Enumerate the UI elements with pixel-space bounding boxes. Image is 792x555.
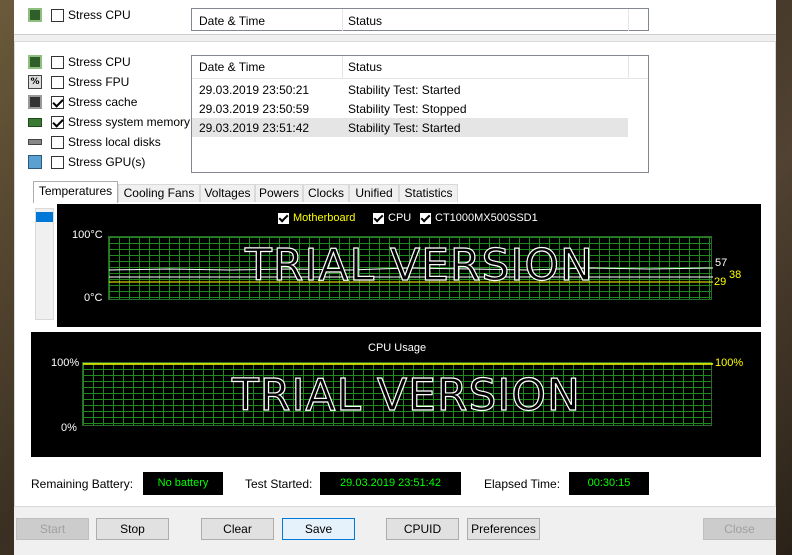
stress-disks-checkbox[interactable] bbox=[51, 135, 64, 149]
cpu-usage-title: CPU Usage bbox=[368, 342, 427, 354]
motherboard-temp-value: 29 bbox=[714, 276, 727, 288]
cpu-usage-value: 100% bbox=[715, 357, 744, 369]
temp-axis-top: 100°C bbox=[72, 229, 103, 241]
stress-cpu-checkbox-top[interactable] bbox=[51, 8, 64, 22]
memory-icon bbox=[28, 117, 42, 127]
legend-label: CT1000MX500SSD1 bbox=[435, 212, 538, 224]
log-row[interactable]: 29.03.2019 23:50:21 Stability Test: Star… bbox=[192, 80, 628, 99]
option-label: Stress local disks bbox=[68, 135, 161, 149]
tab-clocks[interactable]: Clocks bbox=[303, 184, 349, 202]
stress-gpu-checkbox[interactable] bbox=[51, 155, 64, 169]
legend-checkbox[interactable] bbox=[420, 212, 431, 224]
option-stress-memory[interactable]: Stress system memory bbox=[28, 112, 190, 132]
cache-icon bbox=[28, 95, 42, 109]
gpu-icon bbox=[28, 155, 42, 169]
tab-powers[interactable]: Powers bbox=[255, 184, 303, 202]
legend-cpu[interactable]: CPU bbox=[373, 212, 411, 224]
option-label: Stress FPU bbox=[68, 75, 130, 89]
top-partial-strip: Stress CPU Date & Time Status bbox=[14, 0, 776, 35]
trial-watermark: TRIAL VERSION bbox=[231, 369, 581, 421]
save-button[interactable]: Save bbox=[282, 518, 355, 540]
top-stress-cpu-label: Stress CPU bbox=[68, 8, 131, 22]
cpu-temp-value: 57 bbox=[715, 257, 728, 269]
cpu-axis-top: 100% bbox=[51, 357, 80, 369]
option-stress-cpu[interactable]: Stress CPU bbox=[28, 52, 131, 72]
top-col-sep bbox=[342, 9, 343, 31]
log-row-selected[interactable]: 29.03.2019 23:51:42 Stability Test: Star… bbox=[192, 118, 628, 137]
trial-watermark: TRIAL VERSION bbox=[244, 239, 594, 291]
test-started-label: Test Started: bbox=[245, 477, 313, 491]
test-started-value: 29.03.2019 23:51:42 bbox=[320, 472, 461, 495]
log-list[interactable]: Date & Time Status 29.03.2019 23:50:21 S… bbox=[191, 55, 649, 173]
ssd-temp-value: 38 bbox=[729, 269, 742, 281]
top-log-list[interactable]: Date & Time Status bbox=[191, 8, 649, 31]
battery-label: Remaining Battery: bbox=[31, 477, 134, 491]
log-row[interactable]: 29.03.2019 23:50:59 Stability Test: Stop… bbox=[192, 99, 628, 118]
log-date: 29.03.2019 23:51:42 bbox=[199, 121, 310, 135]
legend-label: CPU bbox=[388, 212, 412, 224]
column-separator bbox=[342, 56, 343, 78]
log-status: Stability Test: Stopped bbox=[348, 102, 467, 116]
log-status: Stability Test: Started bbox=[348, 121, 461, 135]
log-date: 29.03.2019 23:50:59 bbox=[199, 102, 310, 116]
legend-motherboard[interactable]: Motherboard bbox=[278, 212, 355, 224]
top-col-date: Date & Time bbox=[199, 14, 266, 28]
battery-value: No battery bbox=[143, 472, 223, 495]
option-label: Stress GPU(s) bbox=[68, 155, 146, 169]
col-header-date[interactable]: Date & Time bbox=[199, 60, 265, 74]
sensor-list-scrollbar[interactable] bbox=[35, 208, 54, 320]
tab-voltages[interactable]: Voltages bbox=[200, 184, 255, 202]
disk-icon bbox=[28, 139, 42, 145]
legend-label: Motherboard bbox=[293, 212, 356, 224]
cpu-icon bbox=[28, 8, 42, 22]
option-label: Stress CPU bbox=[68, 55, 131, 69]
col-header-status[interactable]: Status bbox=[348, 60, 382, 74]
temp-axis-bottom: 0°C bbox=[84, 292, 103, 304]
legend-checkbox[interactable] bbox=[373, 212, 384, 224]
fpu-icon: % bbox=[28, 75, 42, 89]
stop-button[interactable]: Stop bbox=[96, 518, 169, 540]
tab-unified[interactable]: Unified bbox=[349, 184, 399, 202]
tab-statistics[interactable]: Statistics bbox=[399, 184, 458, 202]
tab-cooling-fans[interactable]: Cooling Fans bbox=[118, 184, 200, 202]
top-col-sep2 bbox=[628, 9, 629, 31]
option-stress-gpu[interactable]: Stress GPU(s) bbox=[28, 152, 145, 172]
stress-fpu-checkbox[interactable] bbox=[51, 75, 64, 89]
top-col-status: Status bbox=[348, 14, 383, 28]
option-stress-disks[interactable]: Stress local disks bbox=[28, 132, 161, 152]
stress-cache-checkbox[interactable] bbox=[51, 95, 64, 109]
stress-memory-checkbox[interactable] bbox=[51, 115, 64, 129]
top-stress-cpu-option[interactable]: Stress CPU bbox=[28, 8, 131, 22]
scrollbar-thumb[interactable] bbox=[36, 212, 53, 222]
elapsed-time-value: 00:30:15 bbox=[569, 472, 649, 495]
cpu-icon bbox=[28, 55, 42, 69]
clear-button[interactable]: Clear bbox=[201, 518, 274, 540]
start-button[interactable]: Start bbox=[16, 518, 89, 540]
legend-ssd[interactable]: CT1000MX500SSD1 bbox=[420, 212, 538, 224]
preferences-button[interactable]: Preferences bbox=[467, 518, 540, 540]
cpuid-button[interactable]: CPUID bbox=[386, 518, 459, 540]
legend-checkbox[interactable] bbox=[278, 212, 289, 224]
elapsed-time-label: Elapsed Time: bbox=[484, 477, 561, 491]
tab-temperatures[interactable]: Temperatures bbox=[33, 181, 118, 203]
log-header: Date & Time Status bbox=[192, 56, 648, 79]
option-stress-cache[interactable]: Stress cache bbox=[28, 92, 137, 112]
column-separator bbox=[628, 56, 629, 78]
stress-cpu-checkbox[interactable] bbox=[51, 55, 64, 69]
close-button[interactable]: Close bbox=[703, 518, 776, 540]
option-label: Stress system memory bbox=[68, 115, 191, 129]
option-label: Stress cache bbox=[68, 95, 138, 109]
log-status: Stability Test: Started bbox=[348, 83, 461, 97]
log-date: 29.03.2019 23:50:21 bbox=[199, 83, 310, 97]
option-stress-fpu[interactable]: % Stress FPU bbox=[28, 72, 129, 92]
cpu-axis-bottom: 0% bbox=[61, 422, 77, 434]
